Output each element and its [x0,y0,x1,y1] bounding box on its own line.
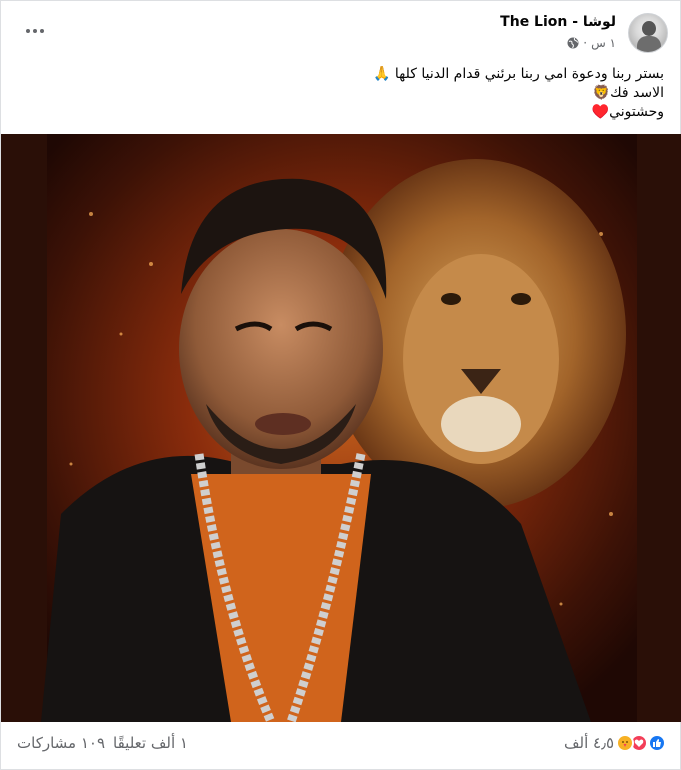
post-header: لوشا - The Lion ١ س · [1,1,681,61]
post-text-line: الاسد فك🦁 [592,85,664,101]
more-options-icon[interactable] [23,19,47,43]
reaction-icons [616,734,666,752]
comments-count[interactable]: ١ ألف تعليقًا [113,734,188,752]
globe-icon[interactable] [567,37,579,49]
post-meta: ١ س · [567,36,616,50]
avatar[interactable] [628,13,668,53]
care-icon [616,734,634,752]
post-time[interactable]: ١ س [591,36,616,50]
post-card: لوشا - The Lion ١ س · بستر ربنا ودعوة ام… [0,0,681,770]
shares-count[interactable]: ١٠٩ مشاركات [17,734,105,752]
engagement-counts: ١ ألف تعليقًا ١٠٩ مشاركات [17,734,188,752]
post-text-line: وحشتوني♥️ [591,104,664,120]
post-text: بستر ربنا ودعوة امي ربنا برئني قدام الدن… [24,65,664,122]
reactions-count[interactable]: ٤٫٥ ألف [564,734,614,752]
post-stats: ٤٫٥ ألف ١ ألف تعليقًا ١٠٩ مشاركات [1,723,681,767]
post-image[interactable] [1,134,681,722]
post-text-line: بستر ربنا ودعوة امي ربنا برئني قدام الدن… [372,66,664,82]
author-name[interactable]: لوشا - The Lion [500,14,616,30]
like-icon [648,734,666,752]
reactions-summary[interactable]: ٤٫٥ ألف [564,734,666,752]
